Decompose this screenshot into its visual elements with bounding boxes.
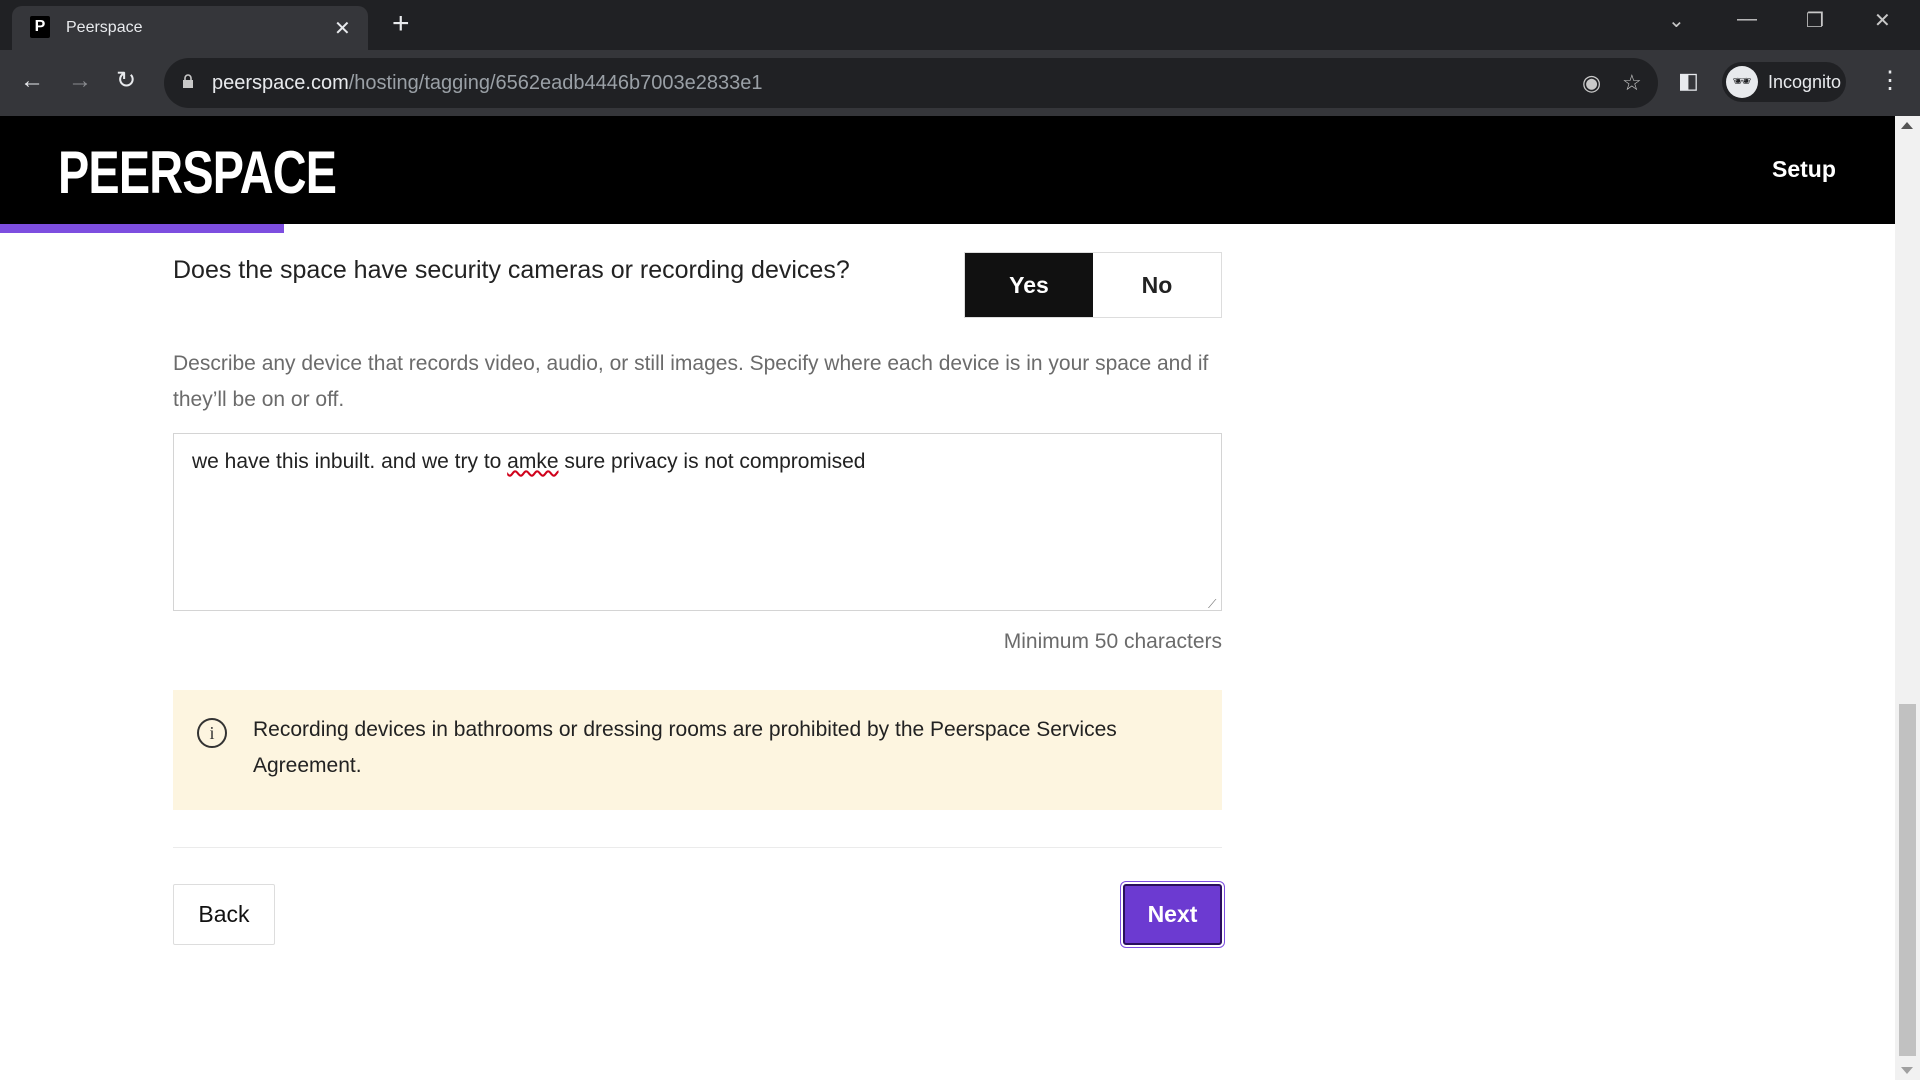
close-tab-icon[interactable]: ✕: [334, 16, 351, 41]
browser-toolbar: ← → ↻ peerspace.com/hosting/tagging/6562…: [0, 50, 1920, 116]
vertical-scrollbar[interactable]: [1895, 116, 1920, 1080]
peerspace-favicon-icon: P: [30, 16, 50, 38]
profile-label: Incognito: [1768, 72, 1842, 92]
notice-text: Recording devices in bathrooms or dressi…: [253, 718, 1117, 777]
description-text: Describe any device that records video, …: [173, 352, 1209, 411]
site-header: PEERSPACE Setup: [0, 116, 1895, 224]
address-bar[interactable]: peerspace.com/hosting/tagging/6562eadb44…: [164, 58, 1658, 108]
scroll-up-arrow-icon[interactable]: [1901, 122, 1913, 129]
min-chars-hint: Minimum 50 characters: [1003, 630, 1222, 653]
page: PEERSPACE Setup Does the space have secu…: [0, 116, 1895, 1080]
question-label: Does the space have security cameras or …: [173, 256, 850, 284]
tab-title: Peerspace: [66, 19, 143, 36]
peerspace-logo[interactable]: PEERSPACE: [58, 138, 337, 207]
minimize-icon[interactable]: —: [1737, 8, 1757, 31]
eye-slash-icon[interactable]: ◉: [1582, 70, 1601, 96]
new-tab-icon[interactable]: +: [392, 8, 410, 40]
setup-link[interactable]: Setup: [1772, 156, 1836, 183]
misspelled-word: amke: [507, 450, 559, 473]
browser-tab-strip: P Peerspace ✕ + ⌄ — ❐ ✕: [0, 0, 1920, 50]
progress-bar-fill: [0, 224, 285, 233]
info-icon: i: [197, 718, 227, 748]
device-description-textarea[interactable]: we have this inbuilt. and we try to amke…: [173, 433, 1222, 611]
resize-grip-icon[interactable]: ⟋: [1208, 597, 1216, 612]
side-panel-icon[interactable]: ◧: [1678, 66, 1699, 96]
divider: [173, 847, 1222, 848]
tab-search-chevron-icon[interactable]: ⌄: [1668, 8, 1685, 33]
no-button[interactable]: No: [1093, 253, 1221, 317]
scroll-down-arrow-icon[interactable]: [1901, 1067, 1913, 1074]
back-arrow-icon[interactable]: ←: [20, 66, 44, 96]
url-text: peerspace.com/hosting/tagging/6562eadb44…: [212, 72, 763, 94]
incognito-icon: 🕶: [1726, 66, 1758, 98]
yes-button[interactable]: Yes: [965, 253, 1093, 317]
scrollbar-thumb[interactable]: [1899, 704, 1916, 1056]
progress-bar: [0, 224, 1895, 233]
browser-tab[interactable]: P Peerspace ✕: [12, 6, 368, 50]
lock-icon: [183, 74, 193, 88]
info-notice: i Recording devices in bathrooms or dres…: [173, 690, 1222, 810]
incognito-profile-button[interactable]: 🕶 Incognito: [1722, 62, 1846, 102]
back-button[interactable]: Back: [173, 884, 275, 945]
reload-icon[interactable]: ↻: [116, 66, 136, 96]
bookmark-star-icon[interactable]: ☆: [1622, 70, 1642, 96]
window-close-icon[interactable]: ✕: [1874, 8, 1891, 33]
kebab-menu-icon[interactable]: ⋮: [1878, 66, 1902, 96]
next-button[interactable]: Next: [1123, 884, 1222, 945]
forward-arrow-icon[interactable]: →: [68, 66, 92, 96]
yes-no-toggle: Yes No: [964, 252, 1222, 318]
restore-icon[interactable]: ❐: [1806, 8, 1824, 33]
